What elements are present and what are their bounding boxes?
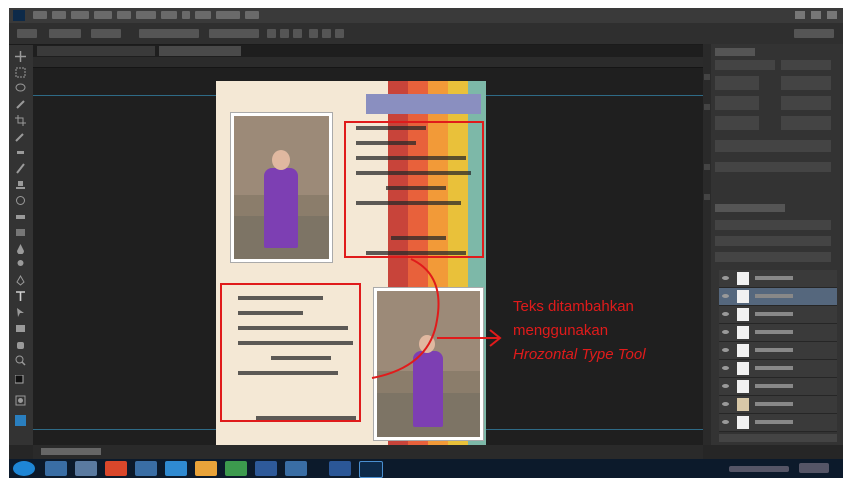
annotation-text: Teks ditambahkan menggunakan Hrozontal T… bbox=[513, 295, 646, 367]
annotation-line-3: Hrozontal Type Tool bbox=[513, 346, 646, 363]
annotation-line-1: Teks ditambahkan bbox=[513, 298, 634, 315]
annotation-line-2: menggunakan bbox=[513, 322, 609, 339]
annotation-arrow bbox=[371, 258, 502, 379]
